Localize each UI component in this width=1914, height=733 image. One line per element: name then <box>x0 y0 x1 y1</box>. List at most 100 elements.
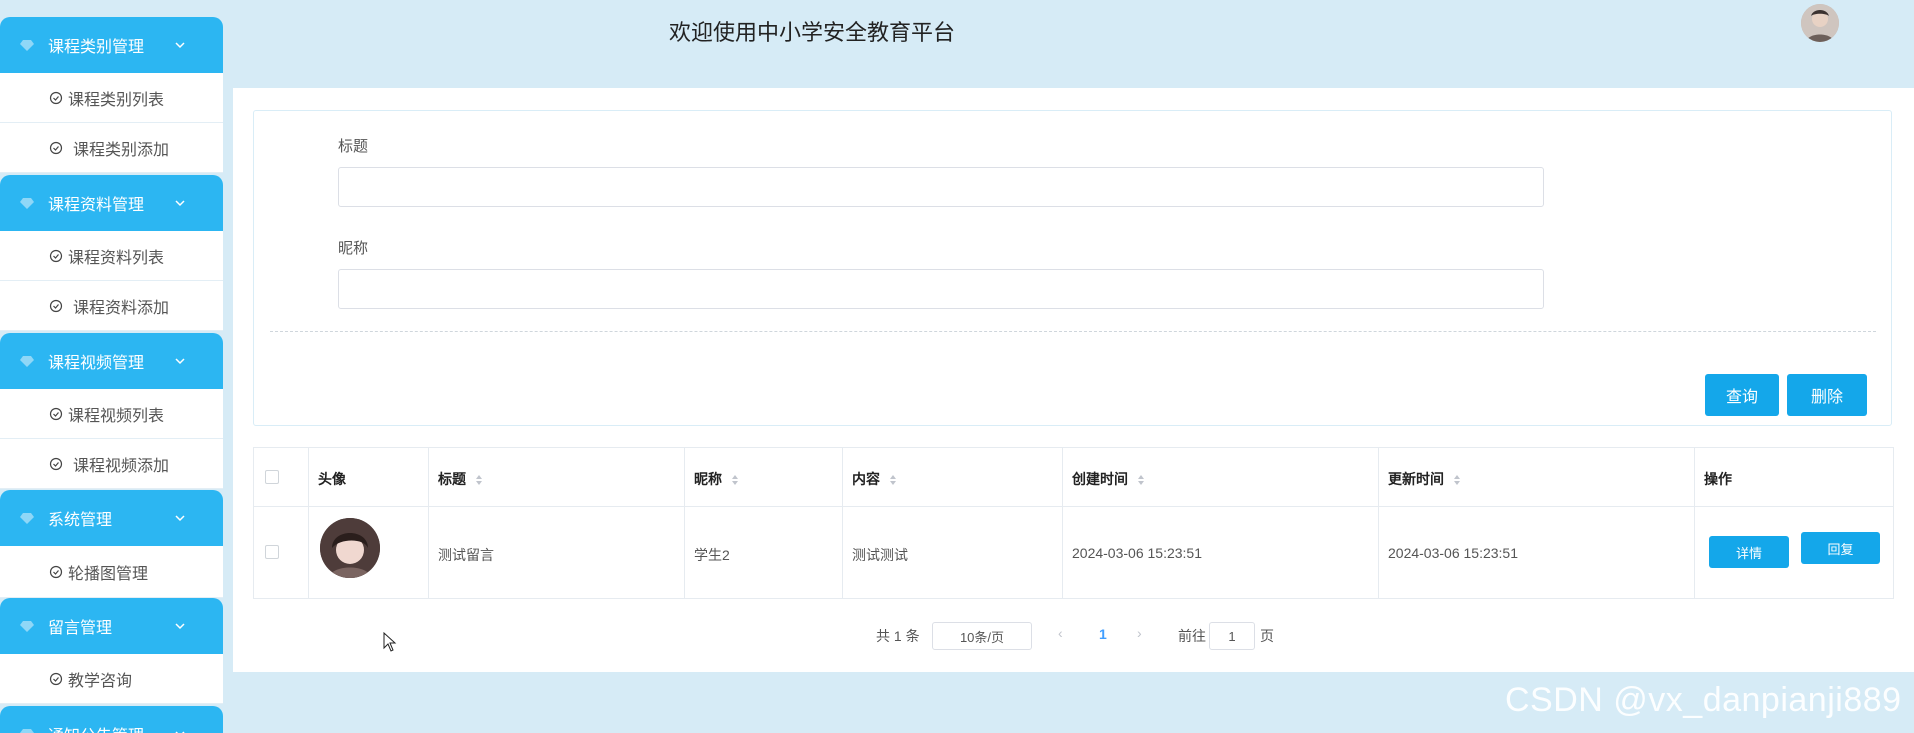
user-avatar[interactable] <box>1801 4 1839 42</box>
sidebar-item-course-video-add[interactable]: 课程视频添加 <box>0 439 223 489</box>
check-circle-icon <box>49 407 63 420</box>
sidebar-item-course-video-list[interactable]: 课程视频列表 <box>0 389 223 439</box>
header-updated-label: 更新时间 <box>1388 471 1444 487</box>
row-checkbox[interactable] <box>265 545 279 559</box>
chevron-down-icon <box>175 515 185 522</box>
gem-icon <box>20 621 34 632</box>
reply-button[interactable]: 回复 <box>1801 532 1880 564</box>
goto-label: 前往 <box>1178 628 1206 644</box>
header-created-label: 创建时间 <box>1072 471 1128 487</box>
chevron-down-icon <box>175 200 185 207</box>
chevron-down-icon <box>175 42 185 49</box>
data-table: 头像 标题 昵称 内容 创建时间 更新时间 操作 测试留言 学生2 测试测试 2… <box>253 447 1894 599</box>
gem-icon <box>20 40 34 51</box>
header-avatar: 头像 <box>318 471 346 487</box>
delete-button[interactable]: 删除 <box>1787 374 1867 416</box>
chevron-down-icon <box>175 731 185 733</box>
sidebar-group-course-video[interactable]: 课程视频管理 <box>0 333 223 389</box>
sort-icon <box>889 475 896 486</box>
check-circle-icon <box>49 141 63 154</box>
sidebar-item-course-material-list[interactable]: 课程资料列表 <box>0 231 223 281</box>
cell-nickname: 学生2 <box>694 547 730 563</box>
check-circle-icon <box>49 672 63 685</box>
sidebar-group-label: 课程类别管理 <box>48 39 145 56</box>
page-title: 欢迎使用中小学安全教育平台 <box>669 20 956 45</box>
prev-page-icon[interactable]: ‹ <box>1058 625 1063 641</box>
header-title[interactable]: 标题 <box>438 469 484 489</box>
sidebar-group-system[interactable]: 系统管理 <box>0 490 223 546</box>
sort-icon <box>1137 475 1144 486</box>
header-content-label: 内容 <box>852 471 880 487</box>
sidebar-group-notice[interactable]: 通知公告管理 <box>0 706 223 733</box>
sidebar-group-message[interactable]: 留言管理 <box>0 598 223 654</box>
header-updated[interactable]: 更新时间 <box>1388 469 1462 489</box>
main-content: 标题 昵称 查询 删除 头像 标题 昵称 内容 创建时间 更新时间 操作 测试留… <box>233 88 1914 672</box>
watermark: CSDN @vx_danpianji889 <box>1505 681 1902 719</box>
header-nickname[interactable]: 昵称 <box>694 469 740 489</box>
check-circle-icon <box>49 565 63 578</box>
sidebar-group-label: 留言管理 <box>48 620 113 637</box>
sort-icon <box>1453 475 1460 486</box>
cell-updated: 2024-03-06 15:23:51 <box>1388 545 1518 561</box>
gem-icon <box>20 198 34 209</box>
header-nickname-label: 昵称 <box>694 471 722 487</box>
header-content[interactable]: 内容 <box>852 469 898 489</box>
sidebar-item-label: 课程资料列表 <box>68 249 165 267</box>
pagination-total: 共 1 条 <box>876 628 920 644</box>
divider <box>270 331 1876 332</box>
sidebar-group-label: 课程视频管理 <box>48 355 145 372</box>
row-avatar <box>320 518 380 578</box>
sidebar-item-teaching-consult[interactable]: 教学咨询 <box>0 654 223 704</box>
sidebar-item-label: 课程类别列表 <box>68 91 165 109</box>
sidebar-item-carousel[interactable]: 轮播图管理 <box>0 546 223 598</box>
check-circle-icon <box>49 249 63 262</box>
sidebar-item-label: 课程视频添加 <box>73 457 170 475</box>
sidebar: 课程类别管理 课程类别列表 课程类别添加 课程资料管理 课程资料列表 课程资料添… <box>0 0 223 733</box>
sort-icon <box>731 475 738 486</box>
title-label: 标题 <box>338 138 369 155</box>
check-circle-icon <box>49 91 63 104</box>
chevron-down-icon <box>175 623 185 630</box>
mouse-cursor-icon <box>383 632 397 652</box>
nickname-label: 昵称 <box>338 240 369 257</box>
gem-icon <box>20 513 34 524</box>
header-title-label: 标题 <box>438 471 466 487</box>
avatar-icon <box>1801 4 1839 42</box>
gem-icon <box>20 356 34 367</box>
nickname-input[interactable] <box>338 269 1544 309</box>
table-row: 测试留言 学生2 测试测试 2024-03-06 15:23:51 2024-0… <box>254 507 1893 600</box>
page-size-select[interactable]: 10条/页 <box>932 622 1032 650</box>
cell-content: 测试测试 <box>852 547 908 563</box>
next-page-icon[interactable]: › <box>1137 625 1142 641</box>
title-input[interactable] <box>338 167 1544 207</box>
sidebar-item-course-category-add[interactable]: 课程类别添加 <box>0 123 223 173</box>
gem-icon <box>20 729 34 733</box>
search-form: 标题 昵称 查询 删除 <box>253 110 1892 426</box>
goto-page-input[interactable]: 1 <box>1209 622 1255 650</box>
sidebar-group-course-material[interactable]: 课程资料管理 <box>0 175 223 231</box>
sidebar-group-course-category[interactable]: 课程类别管理 <box>0 17 223 73</box>
sidebar-item-label: 课程资料添加 <box>73 299 170 317</box>
sidebar-group-label: 通知公告管理 <box>48 722 144 733</box>
sidebar-item-course-material-add[interactable]: 课程资料添加 <box>0 281 223 331</box>
check-circle-icon <box>49 299 63 312</box>
sidebar-item-label: 教学咨询 <box>68 672 133 690</box>
cell-title: 测试留言 <box>438 547 494 563</box>
sidebar-item-label: 课程视频列表 <box>68 407 165 425</box>
current-page[interactable]: 1 <box>1099 626 1107 642</box>
query-button[interactable]: 查询 <box>1705 374 1779 416</box>
page-suffix: 页 <box>1260 628 1274 644</box>
sidebar-item-label: 轮播图管理 <box>68 565 149 583</box>
detail-button[interactable]: 详情 <box>1709 536 1789 568</box>
cell-created: 2024-03-06 15:23:51 <box>1072 545 1202 561</box>
sidebar-item-course-category-list[interactable]: 课程类别列表 <box>0 73 223 123</box>
sidebar-group-label: 课程资料管理 <box>48 197 145 214</box>
sidebar-item-label: 课程类别添加 <box>73 141 170 159</box>
avatar-icon <box>320 518 380 578</box>
chevron-down-icon <box>175 358 185 365</box>
select-all-checkbox[interactable] <box>265 470 279 484</box>
sidebar-group-label: 系统管理 <box>48 512 113 529</box>
header-actions: 操作 <box>1704 471 1732 487</box>
sort-icon <box>475 475 482 486</box>
header-created[interactable]: 创建时间 <box>1072 469 1146 489</box>
